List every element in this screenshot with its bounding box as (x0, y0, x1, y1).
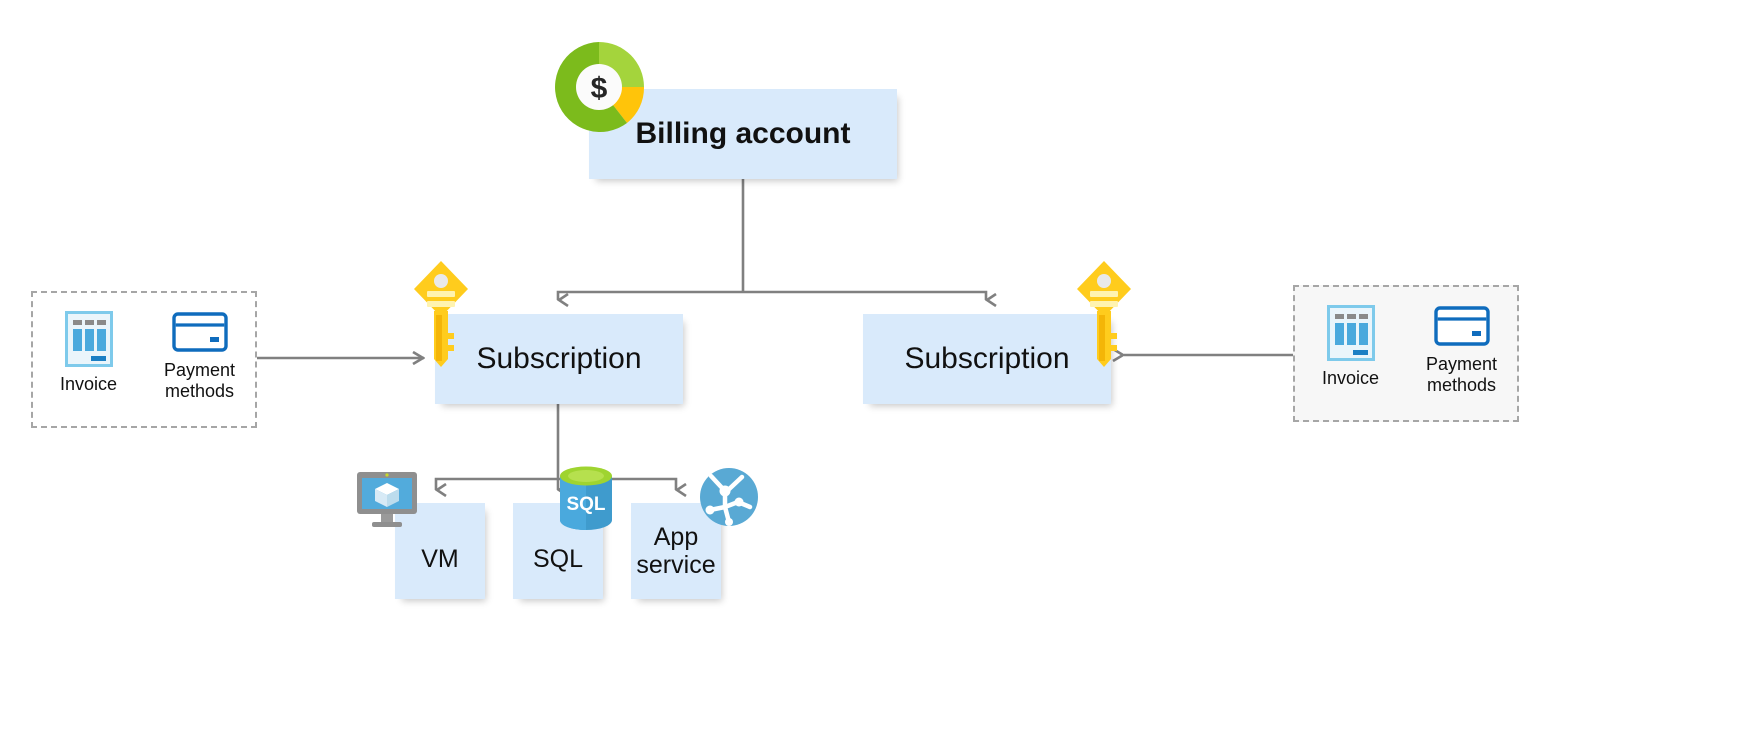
sql-database-icon: SQL (558, 466, 614, 530)
billing-group-left: Invoice Payment methods (31, 291, 257, 428)
sql-label: SQL (532, 545, 584, 573)
app-service-label: App service (636, 523, 716, 579)
connector-subscription-to-vm (434, 477, 558, 490)
sql-icon-text: SQL (566, 494, 605, 515)
payment-methods-item-left[interactable]: Payment methods (144, 311, 255, 402)
payment-card-icon (171, 311, 228, 353)
subscription-left-label: Subscription (476, 342, 642, 376)
invoice-label: Invoice (1321, 368, 1380, 388)
invoice-label: Invoice (59, 374, 118, 394)
app-service-globe-icon (698, 466, 760, 528)
invoice-item-right[interactable]: Invoice (1295, 305, 1406, 389)
virtual-machine-icon (355, 470, 419, 532)
payment-card-icon (1433, 305, 1490, 347)
invoice-item-left[interactable]: Invoice (33, 311, 144, 395)
connector-billing-to-subscription-left (556, 290, 743, 300)
vm-label: VM (421, 545, 459, 573)
donut-center-dollar-symbol: $ (591, 72, 608, 105)
invoice-icon (64, 311, 113, 367)
payment-methods-label: Payment methods (1425, 354, 1498, 396)
invoice-icon (1326, 305, 1375, 361)
diagram-canvas: Billing account $ Subscription Subscript… (0, 0, 1758, 741)
payment-methods-label: Payment methods (163, 360, 236, 402)
billing-donut-dollar-icon: $ (551, 39, 647, 135)
connector-billing-to-subscription-right (743, 290, 986, 300)
subscription-left-node[interactable]: Subscription (435, 314, 683, 404)
billing-group-right: Invoice Payment methods (1293, 285, 1519, 422)
payment-methods-item-right[interactable]: Payment methods (1406, 305, 1517, 396)
key-icon (1073, 259, 1135, 369)
key-icon (410, 259, 472, 369)
